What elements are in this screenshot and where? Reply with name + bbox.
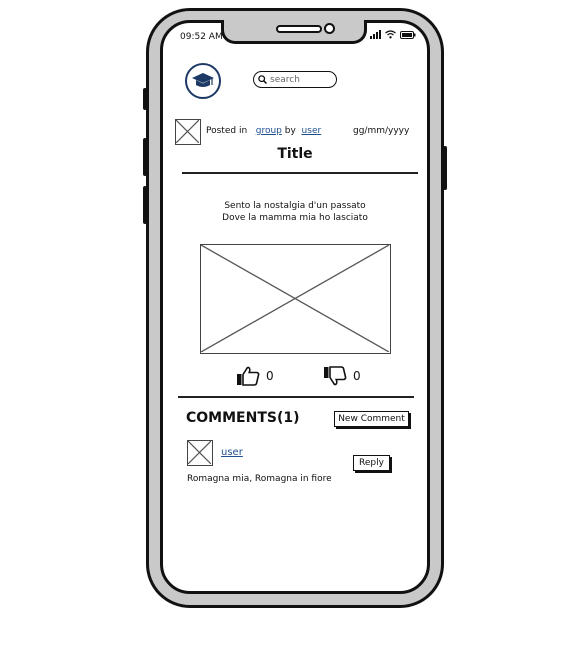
image-placeholder-icon xyxy=(187,440,212,465)
reply-button[interactable]: Reply xyxy=(353,455,390,471)
search-icon xyxy=(258,75,267,84)
side-button-left-1 xyxy=(143,88,147,110)
new-comment-button[interactable]: New Comment xyxy=(334,411,409,427)
side-button-left-3 xyxy=(143,186,147,224)
author-avatar xyxy=(175,119,201,145)
posted-in-label: Posted in xyxy=(206,126,248,136)
dislike-count: 0 xyxy=(353,369,361,383)
dislike-control: 0 xyxy=(323,366,361,386)
image-placeholder-icon xyxy=(175,119,200,144)
post-meta: Posted in group by user xyxy=(206,126,321,136)
group-link[interactable]: group xyxy=(256,126,282,136)
search-input[interactable] xyxy=(267,74,332,85)
app-logo[interactable] xyxy=(185,63,221,99)
phone-speaker xyxy=(276,25,322,33)
image-placeholder-icon xyxy=(200,244,390,353)
status-icons xyxy=(370,29,416,39)
post-body-line: Dove la mamma mia ho lasciato xyxy=(222,213,368,223)
author-link[interactable]: user xyxy=(302,126,322,136)
comments-divider xyxy=(178,396,414,398)
post-date: gg/mm/yyyy xyxy=(353,126,410,136)
post-image xyxy=(200,244,391,354)
battery-icon xyxy=(400,30,416,39)
by-label: by xyxy=(284,126,296,136)
comment-author-link[interactable]: user xyxy=(221,447,243,458)
signal-icon xyxy=(370,29,381,39)
search-bar[interactable] xyxy=(253,71,337,88)
phone-camera xyxy=(324,23,335,34)
post-body: Sento la nostalgia d'un passato Dove la … xyxy=(160,200,430,224)
comment-text: Romagna mia, Romagna in fiore xyxy=(187,474,332,484)
like-count: 0 xyxy=(266,369,274,383)
thumbs-up-icon[interactable] xyxy=(236,366,260,386)
comments-heading: COMMENTS(1) xyxy=(186,410,300,426)
graduation-cap-icon xyxy=(192,73,214,87)
post-title: Title xyxy=(277,146,313,162)
status-time: 09:52 AM xyxy=(180,32,223,42)
side-button-right xyxy=(443,146,447,190)
like-control: 0 xyxy=(236,366,274,386)
thumbs-down-icon[interactable] xyxy=(323,366,347,386)
wifi-icon xyxy=(385,30,396,39)
comment-avatar xyxy=(187,440,213,466)
title-divider xyxy=(182,172,418,174)
post-body-line: Sento la nostalgia d'un passato xyxy=(224,201,366,211)
side-button-left-2 xyxy=(143,138,147,176)
